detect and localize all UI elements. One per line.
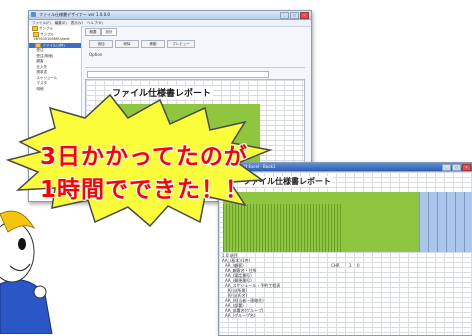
banner-line-2: 1時間でできた！！ (40, 177, 250, 203)
mascot-character (0, 210, 53, 334)
mascot-eye (18, 238, 26, 250)
mascot-hand (33, 285, 47, 299)
mascot-face (0, 221, 35, 283)
banner-line-1: 3日かかってたのが (40, 144, 248, 170)
